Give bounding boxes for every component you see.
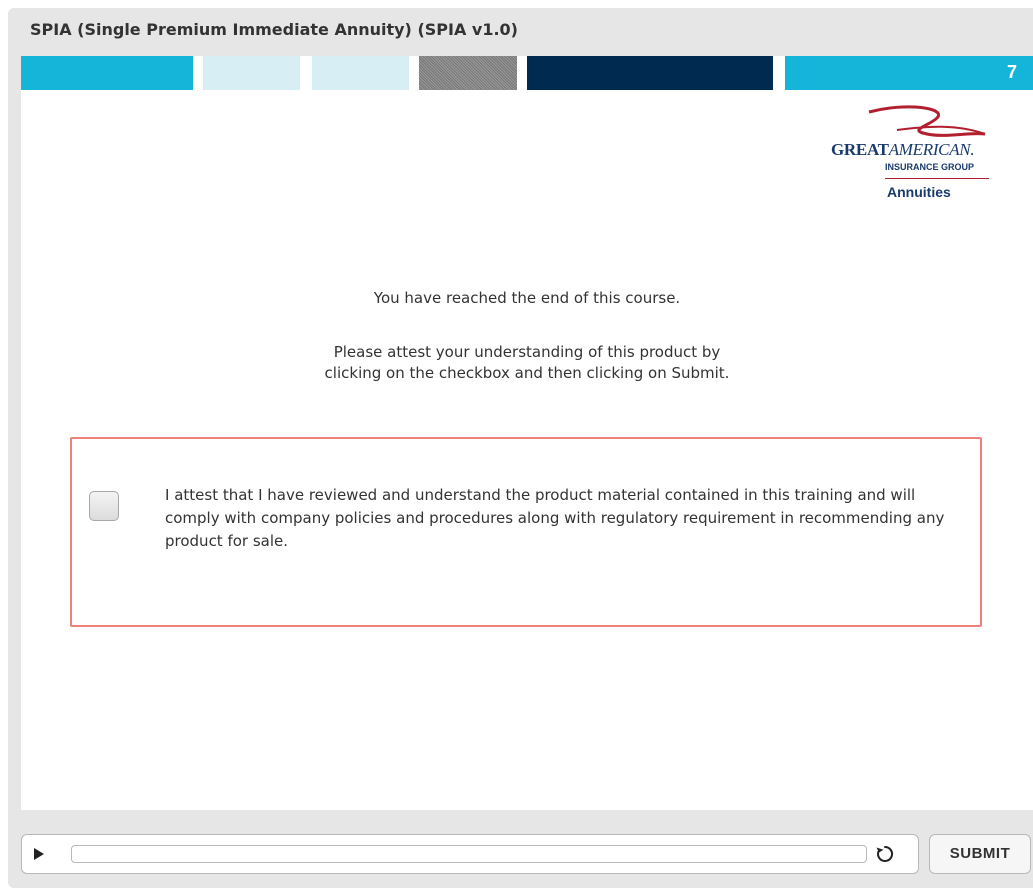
slide-area: 7 GREATAMERICAN. INSURANCE GROUP Annuiti… <box>21 56 1033 810</box>
player-controls: SUBMIT <box>21 832 1033 876</box>
submit-button[interactable]: SUBMIT <box>929 834 1031 874</box>
slide-number: 7 <box>1006 62 1017 82</box>
logo-subtitle: INSURANCE GROUP <box>885 162 975 172</box>
play-icon[interactable] <box>34 848 44 860</box>
logo-american-text: AMERICAN. <box>888 140 975 159</box>
attest-instructions-line-1: Please attest your understanding of this… <box>333 343 721 361</box>
replay-icon[interactable] <box>874 843 896 865</box>
header-stripe-2 <box>203 56 300 90</box>
logo-product: Annuities <box>887 184 951 200</box>
attestation-text: I attest that I have reviewed and unders… <box>165 486 945 550</box>
attest-instructions: Please attest your understanding of this… <box>21 342 1033 384</box>
header-stripe-3 <box>312 56 409 90</box>
great-american-logo: GREATAMERICAN. INSURANCE GROUP Annuities <box>827 104 997 210</box>
attestation-box: I attest that I have reviewed and unders… <box>70 437 982 627</box>
window-title: SPIA (Single Premium Immediate Annuity) … <box>30 20 518 39</box>
header-stripe-1 <box>21 56 193 90</box>
attestation-checkbox[interactable] <box>89 491 119 521</box>
progress-bar[interactable] <box>71 845 867 863</box>
header-stripe-4 <box>419 56 517 90</box>
attest-instructions-line-2: clicking on the checkbox and then clicki… <box>324 364 730 382</box>
end-of-course-message: You have reached the end of this course. <box>373 289 681 307</box>
eagle-swoosh-icon <box>868 105 986 137</box>
header-stripe-6: 7 <box>785 56 1033 90</box>
logo-wordmark: GREATAMERICAN. <box>831 140 975 160</box>
header-stripe-5 <box>527 56 773 90</box>
logo-divider <box>885 178 989 179</box>
logo-great-text: GREAT <box>831 140 889 159</box>
playback-bar <box>21 834 919 874</box>
